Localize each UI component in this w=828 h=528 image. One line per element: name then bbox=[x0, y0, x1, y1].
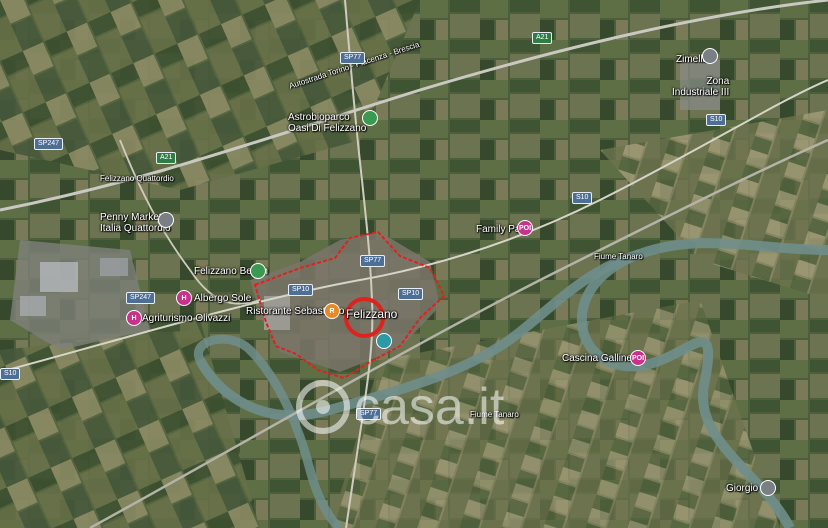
fiume-tanaro-label-north: Fiume Tanaro bbox=[594, 252, 643, 261]
cascina-pin-icon[interactable]: POI bbox=[630, 350, 646, 366]
poi-pin-icon[interactable] bbox=[376, 333, 392, 349]
felizzano-quattordio-label[interactable]: Felizzano Quattordio bbox=[100, 174, 174, 183]
watermark: casa.it bbox=[296, 380, 504, 434]
agriturismo-label[interactable]: Agriturismo Olivazzi bbox=[142, 313, 230, 324]
restaurant-pin-icon[interactable]: R bbox=[324, 303, 340, 319]
road-shield-sp10-town: SP10 bbox=[288, 284, 314, 296]
road-shield-sp247-town: SP247 bbox=[126, 292, 156, 304]
road-shield-a21: A21 bbox=[532, 32, 553, 44]
zona-industriale-label[interactable]: Zona Industriale III bbox=[672, 76, 729, 98]
road-shield-sp247: SP247 bbox=[34, 138, 64, 150]
map-view[interactable]: Autostrada Torino - Piacenza - Brescia A… bbox=[0, 0, 828, 528]
road-shield-sp10-east: SP10 bbox=[398, 288, 424, 300]
family-park-pin-icon[interactable]: POI bbox=[517, 220, 533, 236]
astrobioparco-label[interactable]: Astrobioparco Oasi Di Felizzano bbox=[288, 112, 366, 134]
road-shield-s10-right: S10 bbox=[706, 114, 727, 126]
watermark-text: casa.it bbox=[354, 378, 505, 436]
felizzano-town-label[interactable]: Felizzano bbox=[346, 308, 397, 321]
albergo-sole-label[interactable]: Albergo Sole bbox=[194, 293, 251, 304]
casa-logo-icon bbox=[296, 380, 350, 434]
road-shield-s10-mid: S10 bbox=[572, 192, 593, 204]
road-shield-a21-left: A21 bbox=[156, 152, 177, 164]
place-pin-icon[interactable] bbox=[702, 48, 718, 64]
giorgio-label[interactable]: Giorgio bbox=[726, 483, 758, 494]
park-pin-icon[interactable] bbox=[362, 110, 378, 126]
road-shield-sp77-town: SP77 bbox=[360, 255, 386, 267]
beach-pin-icon[interactable] bbox=[250, 263, 266, 279]
hotel-pin-icon[interactable]: H bbox=[176, 290, 192, 306]
road-shield-s10-left: S10 bbox=[0, 368, 21, 380]
agriturismo-pin-icon[interactable]: H bbox=[126, 310, 142, 326]
shop-pin-icon[interactable] bbox=[158, 212, 174, 228]
road-shield-sp77: SP77 bbox=[340, 52, 366, 64]
giorgio-pin-icon[interactable] bbox=[760, 480, 776, 496]
